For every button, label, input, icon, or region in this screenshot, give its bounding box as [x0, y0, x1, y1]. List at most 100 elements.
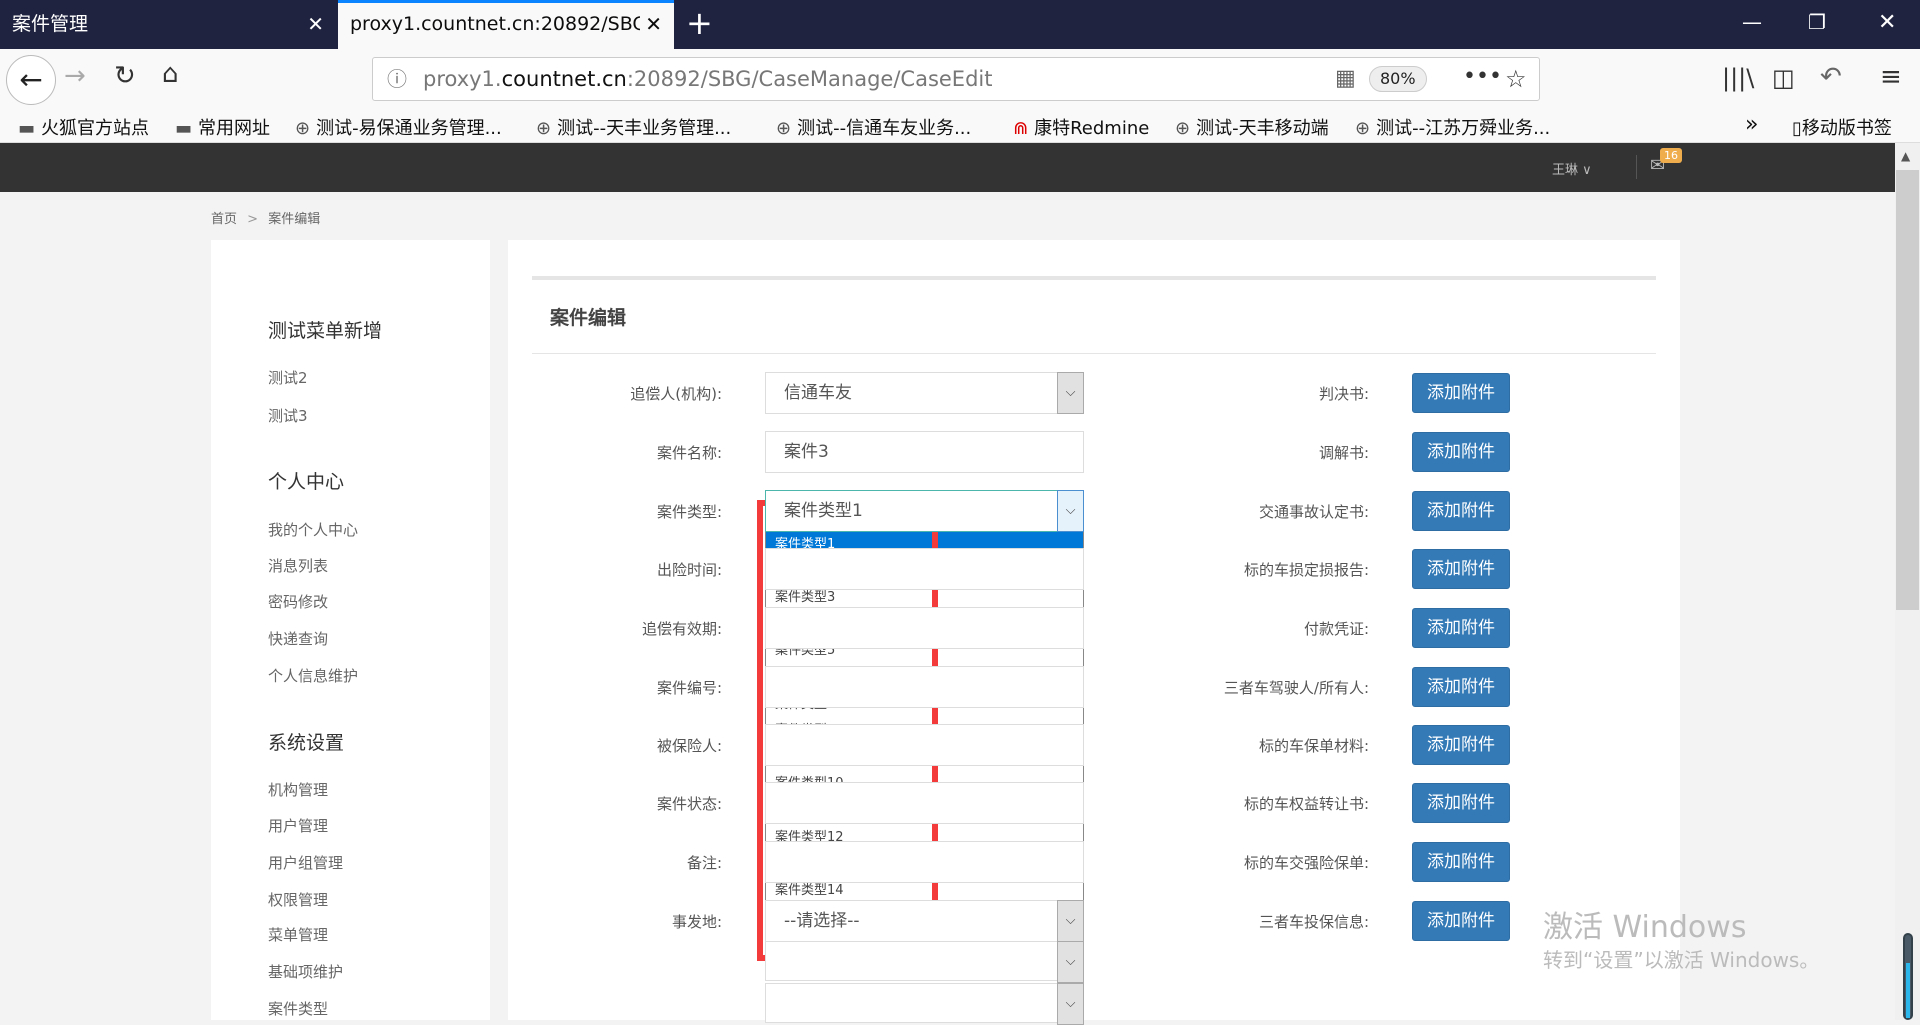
- user-menu[interactable]: 王琳 ∨: [1552, 159, 1592, 178]
- bookmark-item[interactable]: ▬ 火狐官方站点: [18, 114, 149, 140]
- text-input[interactable]: [765, 607, 1084, 649]
- add-attachment-button[interactable]: 添加附件: [1412, 783, 1510, 823]
- forward-icon[interactable]: →: [64, 61, 86, 91]
- field-label: 备注:: [686, 854, 722, 872]
- sidebar-item[interactable]: 用户管理: [268, 815, 328, 836]
- add-attachment-button[interactable]: 添加附件: [1412, 432, 1510, 472]
- chevron-down-icon[interactable]: ⌵: [1057, 983, 1084, 1025]
- tab-active[interactable]: proxy1.countnet.cn:20892/SBG/C ✕: [338, 0, 674, 49]
- text-input[interactable]: [765, 548, 1084, 590]
- sidebar-item[interactable]: 我的个人中心: [268, 519, 358, 540]
- sidebar-item[interactable]: 用户组管理: [268, 852, 343, 873]
- restore-icon[interactable]: ❐: [1808, 10, 1826, 34]
- page-scrollbar[interactable]: ▲: [1895, 143, 1920, 1020]
- sidebar-item[interactable]: 机构管理: [268, 779, 328, 800]
- attachment-label: 标的车交强险保单:: [1243, 854, 1369, 872]
- text-input[interactable]: [765, 782, 1084, 824]
- sidebar-item[interactable]: 测试3: [268, 405, 308, 426]
- zoom-level[interactable]: 80%: [1369, 66, 1427, 92]
- attachment-label: 标的车权益转让书:: [1243, 795, 1369, 813]
- redmine-icon: ⋒: [1013, 118, 1029, 139]
- field-value: --请选择--: [784, 911, 860, 931]
- select-field[interactable]: 案件类型1 ⌵: [765, 490, 1084, 532]
- field-label: 案件类型:: [656, 503, 722, 521]
- bookmark-item[interactable]: ⊕ 测试--天丰业务管理...: [536, 114, 731, 140]
- globe-icon: ⊕: [1355, 118, 1371, 139]
- breadcrumb-home[interactable]: 首页: [211, 212, 237, 227]
- text-input[interactable]: 案件3: [765, 431, 1084, 473]
- scroll-up-icon[interactable]: ▲: [1901, 149, 1910, 163]
- bookmark-item[interactable]: ⊕ 测试--江苏万舜业务...: [1355, 114, 1550, 140]
- sidebar-item[interactable]: 测试2: [268, 367, 308, 388]
- more-icon[interactable]: •••: [1463, 56, 1502, 98]
- browser-tab-bar: 案件管理 ✕ proxy1.countnet.cn:20892/SBG/C ✕ + …: [0, 0, 1920, 49]
- new-tab-icon[interactable]: +: [686, 4, 713, 42]
- bookmark-label: 测试--江苏万舜业务...: [1376, 118, 1551, 139]
- bookmark-label: 测试-易保通业务管理...: [316, 118, 502, 139]
- bookmark-item[interactable]: ⊕ 测试-天丰移动端: [1175, 114, 1329, 140]
- add-attachment-button[interactable]: 添加附件: [1412, 608, 1510, 648]
- add-attachment-button[interactable]: 添加附件: [1412, 549, 1510, 589]
- select-field[interactable]: 信通车友 ⌵: [765, 372, 1084, 414]
- select-field[interactable]: --请选择-- ⌵: [765, 900, 1084, 942]
- url-text: proxy1.: [423, 67, 502, 91]
- close-tab-icon[interactable]: ✕: [307, 0, 324, 49]
- field-value: 信通车友: [784, 383, 852, 403]
- select-field[interactable]: ⌵: [765, 983, 1084, 1025]
- select-field[interactable]: ⌵: [765, 941, 1084, 983]
- add-attachment-button[interactable]: 添加附件: [1412, 901, 1510, 941]
- breadcrumb: 首页 > 案件编辑: [211, 208, 320, 227]
- windows-activation-title: 激活 Windows: [1543, 910, 1747, 945]
- close-window-icon[interactable]: ✕: [1878, 10, 1896, 35]
- url-bar[interactable]: ⓘ proxy1.countnet.cn:20892/SBG/CaseManag…: [372, 57, 1540, 101]
- add-attachment-button[interactable]: 添加附件: [1412, 667, 1510, 707]
- bookmark-label: 火狐官方站点: [41, 118, 150, 139]
- attachment-label: 付款凭证:: [1303, 620, 1369, 638]
- overflow-chevron-icon[interactable]: »: [1745, 112, 1758, 137]
- bookmark-label: 移动版书签: [1801, 118, 1892, 139]
- scrollbar-thumb[interactable]: [1896, 170, 1919, 610]
- mail-count-badge: 16: [1660, 148, 1682, 163]
- text-input[interactable]: [765, 666, 1084, 708]
- attachment-label: 交通事故认定书:: [1258, 503, 1369, 521]
- sidebar-item[interactable]: 案件类型: [268, 998, 328, 1019]
- field-label: 被保险人:: [656, 737, 722, 755]
- phone-icon: ▯: [1792, 118, 1802, 139]
- minimize-icon[interactable]: —: [1742, 10, 1762, 34]
- attachment-label: 标的车损定损报告:: [1243, 561, 1369, 579]
- chevron-down-icon[interactable]: ⌵: [1057, 941, 1084, 983]
- bookmark-item[interactable]: ⊕ 测试-易保通业务管理...: [295, 114, 502, 140]
- thermometer-icon: [1903, 933, 1913, 1020]
- sidebar-item[interactable]: 个人信息维护: [268, 665, 358, 686]
- qr-code-icon[interactable]: ▦: [1335, 58, 1356, 100]
- sidebar-item[interactable]: 权限管理: [268, 889, 328, 910]
- info-icon[interactable]: ⓘ: [387, 58, 407, 100]
- bookmark-item[interactable]: ⋒ 康特Redmine: [1013, 114, 1149, 140]
- tab-case-management[interactable]: 案件管理 ✕: [0, 0, 336, 49]
- sidebar-toggle-icon[interactable]: ◫: [1772, 64, 1795, 92]
- text-input[interactable]: [765, 724, 1084, 766]
- undo-icon[interactable]: ↶: [1820, 62, 1842, 92]
- bookmark-item[interactable]: ▬ 常用网址: [175, 114, 270, 140]
- add-attachment-button[interactable]: 添加附件: [1412, 373, 1510, 413]
- reload-icon[interactable]: ↻: [114, 61, 136, 91]
- add-attachment-button[interactable]: 添加附件: [1412, 842, 1510, 882]
- back-icon[interactable]: ←: [6, 55, 56, 105]
- bookmark-star-icon[interactable]: ☆: [1505, 58, 1527, 100]
- sidebar-item[interactable]: 密码修改: [268, 591, 328, 612]
- text-input[interactable]: [765, 841, 1084, 883]
- add-attachment-button[interactable]: 添加附件: [1412, 725, 1510, 765]
- sidebar-item[interactable]: 消息列表: [268, 555, 328, 576]
- card-top-border: [532, 276, 1656, 280]
- sidebar-item[interactable]: 菜单管理: [268, 924, 328, 945]
- field-label: 案件状态:: [656, 795, 722, 813]
- bookmark-item[interactable]: ⊕ 测试--信通车友业务...: [776, 114, 971, 140]
- mobile-bookmarks[interactable]: ▯移动版书签: [1792, 114, 1892, 140]
- sidebar-item[interactable]: 快递查询: [268, 628, 328, 649]
- sidebar-item[interactable]: 基础项维护: [268, 961, 343, 982]
- home-icon[interactable]: ⌂: [162, 59, 179, 89]
- menu-icon[interactable]: ≡: [1880, 62, 1902, 92]
- close-tab-icon[interactable]: ✕: [645, 3, 662, 46]
- library-icon[interactable]: |||\: [1722, 64, 1754, 92]
- add-attachment-button[interactable]: 添加附件: [1412, 491, 1510, 531]
